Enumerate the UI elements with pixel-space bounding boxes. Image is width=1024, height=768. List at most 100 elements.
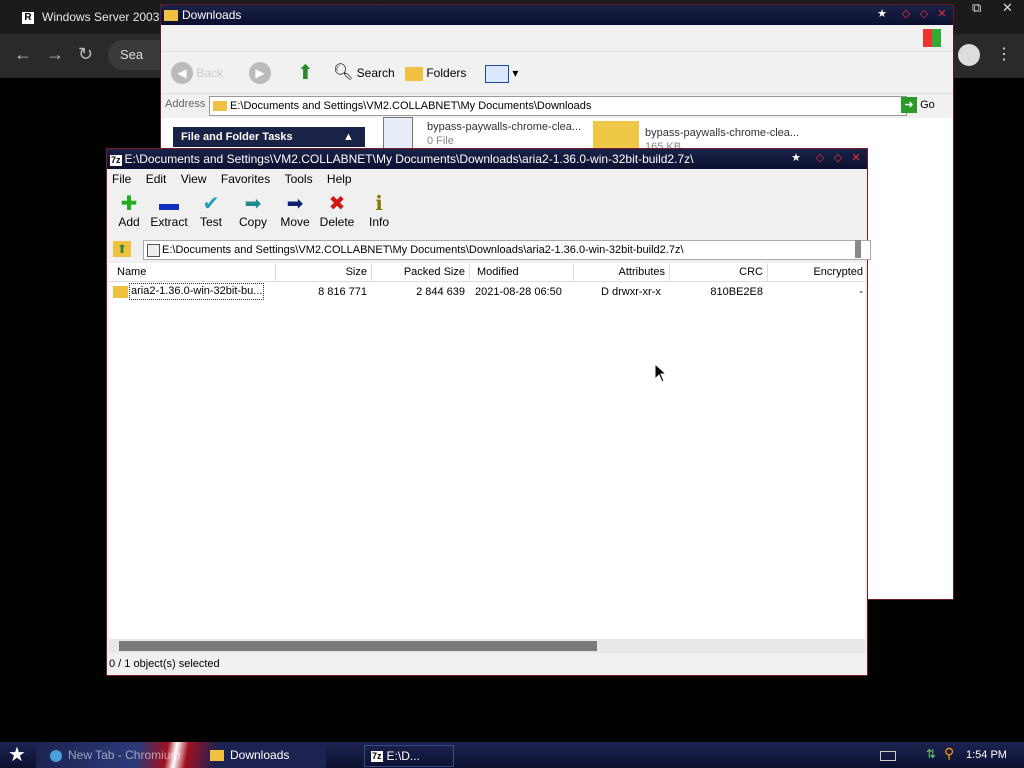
forward-button[interactable]: ▶ <box>249 60 271 86</box>
taskbar-task-sevenzip[interactable]: 7z E:\D... <box>364 745 454 767</box>
menu-favorites[interactable]: Favorites <box>221 172 270 186</box>
copy-label: Copy <box>238 215 267 229</box>
row-crc: 810BE2E8 <box>710 286 763 298</box>
delete-x-icon: ✖ <box>328 193 346 215</box>
info-icon: ℹ <box>375 193 383 215</box>
search-button[interactable]: 🔍︎ Search <box>333 60 395 86</box>
go-label: Go <box>920 99 935 111</box>
test-button[interactable]: ✔ Test <box>189 193 233 235</box>
add-label: Add <box>118 215 140 229</box>
column-size[interactable]: Size <box>275 263 372 281</box>
file-list: Name Size Packed Size Modified Attribute… <box>109 263 865 639</box>
menu-file[interactable]: File <box>112 172 131 186</box>
search-label: Search <box>356 66 395 80</box>
path-text: E:\Documents and Settings\VM2.COLLABNET\… <box>162 244 684 256</box>
forward-icon[interactable]: → <box>46 44 64 65</box>
clock: 1:54 PM <box>966 749 1007 761</box>
views-button[interactable]: ▾ <box>485 60 518 86</box>
explorer-toolbar: ◀ Back ▶ ⬆ 🔍︎ Search Folders ▾ <box>161 51 953 94</box>
column-encrypted[interactable]: Encrypted <box>767 263 863 281</box>
back-button[interactable]: ◀ Back <box>171 60 223 86</box>
delete-button[interactable]: ✖ Delete <box>315 193 359 235</box>
back-icon[interactable]: ← <box>14 44 32 65</box>
move-button[interactable]: ➡ Move <box>273 193 317 235</box>
sevenzip-titlebar[interactable]: 7z E:\Documents and Settings\VM2.COLLABNE… <box>107 149 867 169</box>
table-row[interactable]: aria2-1.36.0-win-32bit-bu... 8 816 771 2… <box>109 283 865 301</box>
minimize-icon[interactable]: ◇ <box>899 7 913 21</box>
folders-icon <box>405 66 423 81</box>
copy-button[interactable]: ➡ Copy <box>231 193 275 235</box>
close-icon[interactable]: ✕ <box>1002 0 1013 16</box>
file-meta: 0 File <box>427 135 454 147</box>
file-name: bypass-paywalls-chrome-clea... <box>645 127 800 139</box>
folders-button[interactable]: Folders <box>405 60 466 86</box>
folder-icon <box>210 750 224 762</box>
check-icon: ✔ <box>202 193 220 215</box>
folder-icon <box>113 286 128 298</box>
row-name-cell: aria2-1.36.0-win-32bit-bu... <box>113 283 273 301</box>
task-label: Downloads <box>230 748 290 762</box>
keyboard-icon[interactable] <box>880 751 896 761</box>
test-label: Test <box>199 215 222 229</box>
explorer-titlebar[interactable]: Downloads ★ ◇ ◇ ✕ <box>161 5 953 25</box>
path-dropdown[interactable] <box>855 240 861 258</box>
up-folder-icon[interactable]: ⬆ <box>297 60 314 86</box>
info-button[interactable]: ℹ Info <box>357 193 401 235</box>
restore-icon[interactable]: ⧉ <box>972 0 981 16</box>
chromium-icon <box>50 749 62 762</box>
folders-label: Folders <box>426 66 467 80</box>
row-encrypted: - <box>859 286 863 298</box>
info-label: Info <box>368 215 389 229</box>
sevenzip-menubar: File Edit View Favorites Tools Help <box>107 169 867 189</box>
up-folder-icon[interactable]: ⬆ <box>113 241 131 257</box>
sevenzip-logo-icon: 7z <box>110 155 122 166</box>
plus-icon: ✚ <box>120 193 138 215</box>
column-modified[interactable]: Modified <box>469 263 574 281</box>
column-name[interactable]: Name <box>109 263 276 281</box>
menu-edit[interactable]: Edit <box>146 172 167 186</box>
address-bar: Address E:\Documents and Settings\VM2.CO… <box>161 93 953 118</box>
menu-help[interactable]: Help <box>327 172 352 186</box>
address-input[interactable]: E:\Documents and Settings\VM2.COLLABNET\… <box>209 96 907 116</box>
go-arrow-icon: ➜ <box>901 97 917 113</box>
file-folder-tasks-header[interactable]: File and Folder Tasks ▲ <box>173 127 365 147</box>
extract-button[interactable]: ▬ Extract <box>147 193 191 235</box>
browser-menu-icon[interactable]: ⋮ <box>996 44 1012 64</box>
task-panel-title: File and Folder Tasks <box>181 131 293 143</box>
close-icon[interactable]: ✕ <box>849 151 863 165</box>
column-attributes[interactable]: Attributes <box>573 263 670 281</box>
path-input[interactable]: E:\Documents and Settings\VM2.COLLABNET\… <box>143 240 871 260</box>
column-crc[interactable]: CRC <box>669 263 768 281</box>
close-icon[interactable]: ✕ <box>935 7 949 21</box>
profile-avatar-icon[interactable] <box>958 44 980 66</box>
views-icon <box>485 64 509 83</box>
star-icon: ★ <box>877 8 887 20</box>
menu-view[interactable]: View <box>181 172 207 186</box>
column-packed-size[interactable]: Packed Size <box>371 263 470 281</box>
back-label: Back <box>196 66 224 80</box>
maximize-icon[interactable]: ◇ <box>917 7 931 21</box>
go-button[interactable]: ➜ Go <box>901 97 935 113</box>
back-arrow-icon: ◀ <box>171 62 193 84</box>
taskbar-task-chromium[interactable]: New Tab - Chromium <box>50 745 200 765</box>
start-star-icon[interactable]: ★ <box>8 743 26 767</box>
search-icon[interactable]: ⚲ <box>944 745 954 762</box>
star-icon: ★ <box>791 152 801 164</box>
archive-icon <box>147 244 160 257</box>
sevenzip-title: E:\Documents and Settings\VM2.COLLABNET\… <box>124 152 694 166</box>
horizontal-scrollbar[interactable] <box>109 639 865 653</box>
maximize-icon[interactable]: ◇ <box>831 151 845 165</box>
browser-tab[interactable]: RWindows Server 2003 (N <box>12 4 162 50</box>
network-icon[interactable]: ⇅ <box>926 747 936 761</box>
sevenzip-logo-icon: 7z <box>371 751 383 763</box>
mouse-cursor-icon <box>654 363 668 383</box>
menu-tools[interactable]: Tools <box>285 172 313 186</box>
task-label: New Tab - Chromium <box>68 748 181 762</box>
row-modified: 2021-08-28 06:50 <box>475 286 562 298</box>
scrollbar-thumb[interactable] <box>119 641 597 651</box>
minimize-icon[interactable]: ◇ <box>813 151 827 165</box>
add-button[interactable]: ✚ Add <box>107 193 151 235</box>
taskbar-task-downloads[interactable]: Downloads <box>210 745 350 765</box>
row-name: aria2-1.36.0-win-32bit-bu... <box>129 283 265 300</box>
reload-icon[interactable]: ↻ <box>78 44 93 65</box>
